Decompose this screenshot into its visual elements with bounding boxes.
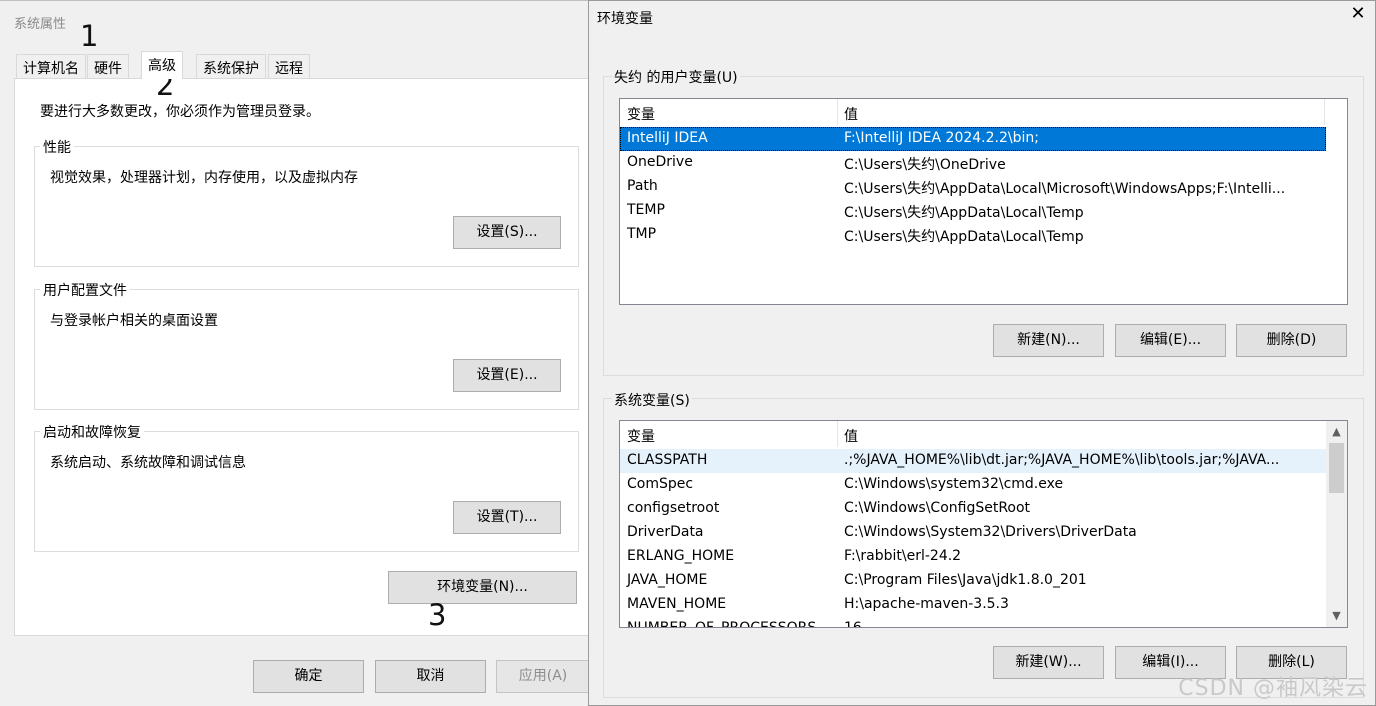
window-title: 系统属性 — [14, 17, 67, 32]
annotation-1: 1 — [80, 19, 99, 53]
column-header-variable[interactable]: 变量 — [627, 104, 655, 124]
scroll-thumb[interactable] — [1329, 443, 1344, 493]
user-profiles-group-title: 用户配置文件 — [40, 280, 130, 300]
list-item[interactable]: configsetroot C:\Windows\ConfigSetRoot — [620, 497, 1326, 521]
variable-name: TEMP — [627, 202, 665, 218]
variable-value: C:\Users\失约\AppData\Local\Temp — [844, 205, 1084, 221]
variable-value: H:\apache-maven-3.5.3 — [844, 596, 1009, 612]
variable-value: 16 — [844, 620, 862, 628]
apply-button: 应用(A) — [496, 660, 590, 693]
performance-group-title: 性能 — [40, 137, 74, 157]
variable-value: C:\Windows\system32\cmd.exe — [844, 476, 1064, 492]
user-variables-header: 变量 值 — [620, 99, 1347, 125]
list-item[interactable]: NUMBER_OF_PROCESSORS 16 — [620, 617, 1326, 628]
list-item[interactable]: OneDrive C:\Users\失约\OneDrive — [620, 151, 1326, 175]
variable-name: IntelliJ IDEA — [627, 130, 708, 146]
system-variables-list[interactable]: 变量 值 CLASSPATH .;%JAVA_HOME%\lib\dt.jar;… — [619, 420, 1348, 628]
variable-name: MAVEN_HOME — [627, 596, 727, 612]
variable-name: ComSpec — [627, 476, 694, 492]
tab-advanced[interactable]: 高级 — [141, 51, 183, 79]
variable-value: C:\Program Files\Java\jdk1.8.0_201 — [844, 572, 1087, 588]
list-item[interactable]: TEMP C:\Users\失约\AppData\Local\Temp — [620, 199, 1326, 223]
system-variables-label: 系统变量(S) — [612, 390, 692, 410]
tab-computer-name[interactable]: 计算机名 — [16, 54, 86, 78]
user-variables-label: 失约 的用户变量(U) — [612, 67, 740, 87]
list-item[interactable]: TMP C:\Users\失约\AppData\Local\Temp — [620, 223, 1326, 247]
admin-note: 要进行大多数更改，你必须作为管理员登录。 — [40, 104, 320, 120]
system-properties-window: 系统属性 计算机名 硬件 高级 系统保护 远程 要进行大多数更改，你必须作为管理… — [0, 0, 590, 706]
variable-value: C:\Users\失约\AppData\Local\Temp — [844, 229, 1084, 245]
variable-name: configsetroot — [627, 500, 720, 516]
environment-variables-button[interactable]: 环境变量(N)... — [388, 571, 577, 604]
user-profiles-settings-button[interactable]: 设置(E)... — [453, 359, 561, 392]
variable-value: C:\Users\失约\OneDrive — [844, 157, 1006, 173]
list-item[interactable]: JAVA_HOME C:\Program Files\Java\jdk1.8.0… — [620, 569, 1326, 593]
list-item[interactable]: IntelliJ IDEA F:\IntelliJ IDEA 2024.2.2\… — [620, 127, 1326, 151]
list-item[interactable]: ERLANG_HOME F:\rabbit\erl-24.2 — [620, 545, 1326, 569]
variable-value: F:\rabbit\erl-24.2 — [844, 548, 962, 564]
user-profiles-desc: 与登录帐户相关的桌面设置 — [50, 313, 218, 329]
variable-value: C:\Windows\System32\Drivers\DriverData — [844, 524, 1137, 540]
user-new-button[interactable]: 新建(N)... — [993, 324, 1104, 357]
list-item[interactable]: ComSpec C:\Windows\system32\cmd.exe — [620, 473, 1326, 497]
user-delete-button[interactable]: 删除(D) — [1236, 324, 1347, 357]
tab-hardware[interactable]: 硬件 — [87, 54, 129, 78]
variable-name: TMP — [627, 226, 657, 242]
startup-recovery-settings-button[interactable]: 设置(T)... — [453, 501, 561, 534]
variable-name: Path — [627, 178, 658, 194]
startup-recovery-desc: 系统启动、系统故障和调试信息 — [50, 455, 246, 471]
list-item[interactable]: DriverData C:\Windows\System32\Drivers\D… — [620, 521, 1326, 545]
variable-value: F:\IntelliJ IDEA 2024.2.2\bin; — [844, 130, 1039, 146]
performance-desc: 视觉效果，处理器计划，内存使用，以及虚拟内存 — [50, 170, 358, 186]
scroll-down-icon[interactable]: ▼ — [1326, 607, 1347, 625]
system-variables-header: 变量 值 — [620, 421, 1347, 447]
column-header-variable[interactable]: 变量 — [627, 426, 655, 446]
column-header-value[interactable]: 值 — [844, 426, 858, 446]
cancel-button[interactable]: 取消 — [375, 660, 486, 693]
watermark: CSDN @袖风染云 — [1178, 676, 1368, 701]
close-icon[interactable]: ✕ — [1348, 4, 1368, 24]
annotation-3: 3 — [428, 598, 447, 632]
variable-value: C:\Users\失约\AppData\Local\Microsoft\Wind… — [844, 181, 1286, 197]
variable-name: JAVA_HOME — [627, 572, 708, 588]
variable-name: NUMBER_OF_PROCESSORS — [627, 620, 817, 628]
system-new-button[interactable]: 新建(W)... — [993, 646, 1104, 679]
list-item[interactable]: CLASSPATH .;%JAVA_HOME%\lib\dt.jar;%JAVA… — [620, 449, 1326, 473]
ok-button[interactable]: 确定 — [253, 660, 364, 693]
tab-system-protection[interactable]: 系统保护 — [196, 54, 266, 78]
variable-value: .;%JAVA_HOME%\lib\dt.jar;%JAVA_HOME%\lib… — [844, 452, 1280, 468]
variable-name: DriverData — [627, 524, 704, 540]
variable-value: C:\Windows\ConfigSetRoot — [844, 500, 1031, 516]
list-item[interactable]: MAVEN_HOME H:\apache-maven-3.5.3 — [620, 593, 1326, 617]
variable-name: OneDrive — [627, 154, 693, 170]
list-item[interactable]: Path C:\Users\失约\AppData\Local\Microsoft… — [620, 175, 1326, 199]
variable-name: CLASSPATH — [627, 452, 708, 468]
user-edit-button[interactable]: 编辑(E)... — [1115, 324, 1226, 357]
user-variables-list[interactable]: 变量 值 IntelliJ IDEA F:\IntelliJ IDEA 2024… — [619, 98, 1348, 305]
tab-remote[interactable]: 远程 — [268, 54, 310, 78]
performance-settings-button[interactable]: 设置(S)... — [453, 216, 561, 249]
variable-name: ERLANG_HOME — [627, 548, 735, 564]
env-window-title: 环境变量 — [597, 11, 653, 27]
startup-recovery-group-title: 启动和故障恢复 — [40, 422, 144, 442]
column-header-value[interactable]: 值 — [844, 104, 858, 124]
scroll-up-icon[interactable]: ▲ — [1326, 423, 1347, 441]
vertical-scrollbar[interactable]: ▲ ▼ — [1326, 421, 1347, 627]
